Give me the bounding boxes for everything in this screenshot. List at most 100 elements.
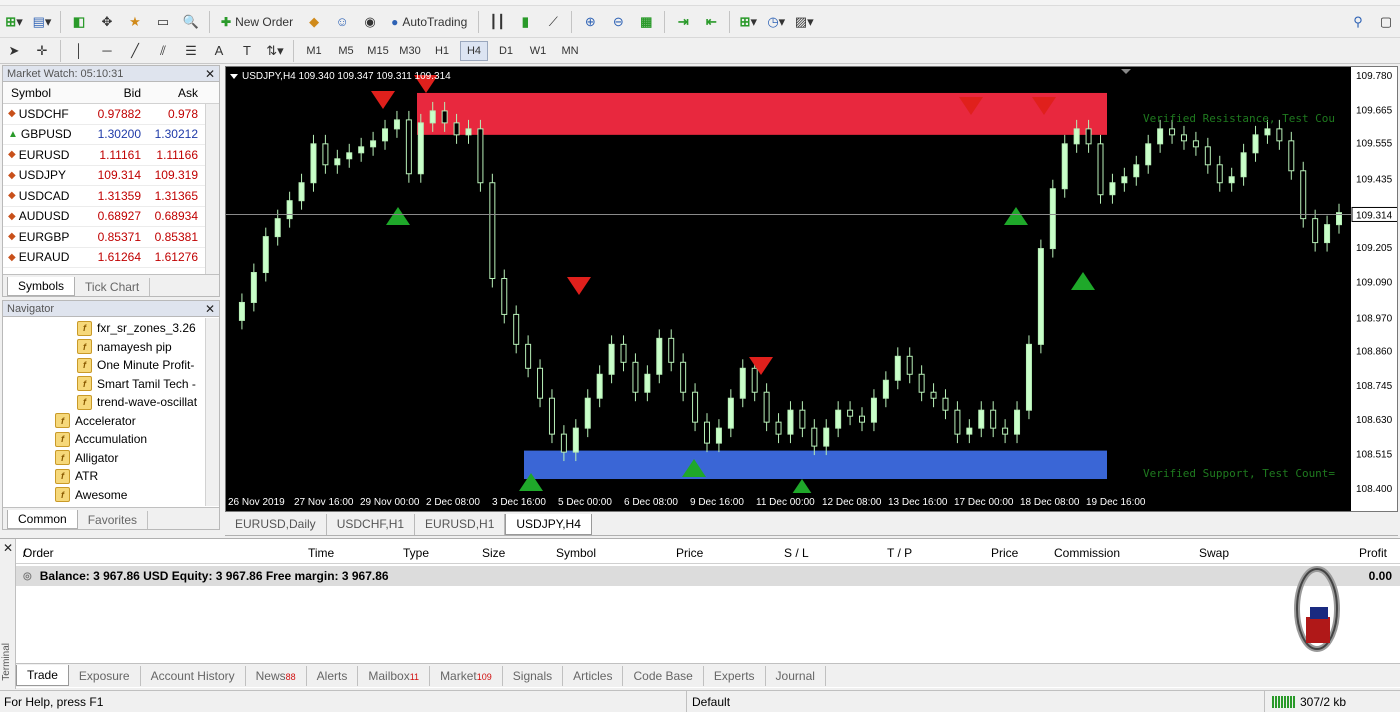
- terminal-tab-articles[interactable]: Articles: [563, 665, 624, 686]
- close-icon[interactable]: ✕: [3, 541, 13, 555]
- chart-tab-eurusd-h1[interactable]: EURUSD,H1: [415, 514, 506, 535]
- market-watch-row[interactable]: ◆ EURUSD 1.11161 1.11166: [3, 145, 219, 166]
- cursor-icon[interactable]: ➤: [2, 39, 26, 63]
- market-watch-row[interactable]: ◆ USDCHF 0.97882 0.978: [3, 104, 219, 125]
- col-profit[interactable]: Profit: [1359, 546, 1387, 560]
- market-watch-icon[interactable]: ◧: [67, 10, 91, 34]
- search-icon[interactable]: ⚲: [1346, 10, 1370, 34]
- terminal-tab-mailbox[interactable]: Mailbox11: [358, 665, 431, 686]
- navigator-item[interactable]: f ATR: [3, 467, 219, 486]
- price-chart[interactable]: 109.780 109.665 109.555 109.435 109.314 109.2…: [226, 67, 1398, 512]
- tab-tick-chart[interactable]: Tick Chart: [75, 278, 151, 296]
- navigator-scrollbar[interactable]: [205, 318, 219, 506]
- col-commission[interactable]: Commission: [1054, 546, 1120, 560]
- navigator-item[interactable]: f namayesh pip: [3, 338, 219, 357]
- market-watch-row[interactable]: ▲ GBPUSD 1.30200 1.30212: [3, 125, 219, 145]
- tf-m30[interactable]: M30: [396, 41, 424, 61]
- terminal-tab-alerts[interactable]: Alerts: [307, 665, 359, 686]
- bar-chart-icon[interactable]: ┃┃: [485, 10, 509, 34]
- chart-tab-usdchf-h1[interactable]: USDCHF,H1: [327, 514, 416, 535]
- chart-window[interactable]: 109.780 109.665 109.555 109.435 109.314 109.2…: [225, 66, 1398, 512]
- market-watch-row[interactable]: ◆ USDCAD 1.31359 1.31365: [3, 186, 219, 207]
- navigator-item[interactable]: f trend-wave-oscillat: [3, 393, 219, 412]
- tf-d1[interactable]: D1: [492, 41, 520, 61]
- market-watch-row[interactable]: ◆ USDJPY 109.314 109.319: [3, 166, 219, 186]
- col-current-price[interactable]: Price: [991, 546, 1018, 560]
- terminal-tab-market[interactable]: Market109: [430, 665, 503, 686]
- navigator-item[interactable]: f fxr_sr_zones_3.26: [3, 319, 219, 338]
- chart-shift-icon[interactable]: ⇤: [699, 10, 723, 34]
- navigator-item[interactable]: f Accelerator: [3, 412, 219, 431]
- strategy-tester-icon[interactable]: 🔍: [179, 10, 203, 34]
- tab-symbols[interactable]: Symbols: [7, 277, 76, 296]
- metaeditor-icon[interactable]: ◆: [302, 10, 326, 34]
- col-sl[interactable]: S / L: [784, 546, 809, 560]
- indicators-icon[interactable]: ⊞ ▾: [736, 10, 760, 34]
- horizontal-line-icon[interactable]: ─: [95, 39, 119, 63]
- tf-h4[interactable]: H4: [460, 40, 488, 61]
- terminal-tab-trade[interactable]: Trade: [16, 665, 69, 686]
- terminal-tab-exposure[interactable]: Exposure: [69, 665, 141, 686]
- tile-windows-icon[interactable]: ▦: [634, 10, 658, 34]
- terminal-tab-code-base[interactable]: Code Base: [623, 665, 704, 686]
- autotrading-button[interactable]: ● AutoTrading: [386, 10, 472, 34]
- tf-h1[interactable]: H1: [428, 41, 456, 61]
- col-symbol[interactable]: Symbol: [3, 86, 89, 100]
- autoscroll-icon[interactable]: ⇥: [671, 10, 695, 34]
- chart-tab-eurusd-daily[interactable]: EURUSD,Daily: [225, 514, 327, 535]
- terminal-tab-account-history[interactable]: Account History: [141, 665, 246, 686]
- trendline-icon[interactable]: ╱: [123, 39, 147, 63]
- crosshair-icon[interactable]: ✛: [30, 39, 54, 63]
- navigator-item[interactable]: f One Minute Profit-: [3, 356, 219, 375]
- balance-row[interactable]: ◎ Balance: 3 967.86 USD Equity: 3 967.86…: [16, 566, 1400, 586]
- chat-icon[interactable]: ▢: [1374, 10, 1398, 34]
- col-order[interactable]: Order /: [23, 546, 54, 560]
- market-watch-row[interactable]: ◆ EURGBP 0.85371 0.85381: [3, 227, 219, 248]
- terminal-tab-signals[interactable]: Signals: [503, 665, 564, 686]
- tab-favorites[interactable]: Favorites: [78, 511, 149, 529]
- navigator-item[interactable]: f Awesome: [3, 486, 219, 505]
- periods-icon[interactable]: ◷ ▾: [764, 10, 788, 34]
- signals-icon[interactable]: ◉: [358, 10, 382, 34]
- market-watch-scrollbar[interactable]: [205, 104, 219, 274]
- vertical-line-icon[interactable]: │: [67, 39, 91, 63]
- col-ask[interactable]: Ask: [144, 86, 201, 100]
- data-window-icon[interactable]: ✥: [95, 10, 119, 34]
- equidistant-channel-icon[interactable]: ⫽: [151, 39, 175, 63]
- col-time[interactable]: Time: [308, 546, 334, 560]
- col-price[interactable]: Price: [676, 546, 703, 560]
- chart-tab-usdjpy-h4[interactable]: USDJPY,H4: [505, 514, 592, 535]
- navigator-icon[interactable]: ★: [123, 10, 147, 34]
- tf-w1[interactable]: W1: [524, 41, 552, 61]
- tf-m5[interactable]: M5: [332, 41, 360, 61]
- zoom-out-icon[interactable]: ⊖: [606, 10, 630, 34]
- fibonacci-icon[interactable]: ☰: [179, 39, 203, 63]
- col-bid[interactable]: Bid: [89, 86, 144, 100]
- community-icon[interactable]: ☺: [330, 10, 354, 34]
- col-tp[interactable]: T / P: [887, 546, 912, 560]
- tf-mn[interactable]: MN: [556, 41, 584, 61]
- tf-m1[interactable]: M1: [300, 41, 328, 61]
- col-type[interactable]: Type: [403, 546, 429, 560]
- text-icon[interactable]: A: [207, 39, 231, 63]
- tab-common[interactable]: Common: [7, 510, 78, 529]
- zoom-in-icon[interactable]: ⊕: [578, 10, 602, 34]
- navigator-item[interactable]: f Smart Tamil Tech -: [3, 375, 219, 394]
- status-profile[interactable]: Default: [692, 695, 730, 709]
- arrows-icon[interactable]: ⇅▾: [263, 39, 287, 63]
- market-watch-row[interactable]: ◆ EURAUD 1.61264 1.61276: [3, 248, 219, 268]
- new-chart-icon[interactable]: ⊞ ▾: [2, 10, 26, 34]
- profiles-icon[interactable]: ▤ ▾: [30, 10, 54, 34]
- terminal-tab-news[interactable]: News88: [246, 665, 307, 686]
- text-label-icon[interactable]: T: [235, 39, 259, 63]
- close-icon[interactable]: ✕: [205, 302, 215, 316]
- line-chart-icon[interactable]: ⟋: [541, 10, 565, 34]
- tf-m15[interactable]: M15: [364, 41, 392, 61]
- terminal-icon[interactable]: ▭: [151, 10, 175, 34]
- navigator-item[interactable]: f Accumulation: [3, 430, 219, 449]
- templates-icon[interactable]: ▨▾: [792, 10, 816, 34]
- close-icon[interactable]: ✕: [205, 67, 215, 81]
- terminal-tab-experts[interactable]: Experts: [704, 665, 766, 686]
- col-size[interactable]: Size: [482, 546, 505, 560]
- market-watch-row[interactable]: ◆ AUDUSD 0.68927 0.68934: [3, 207, 219, 227]
